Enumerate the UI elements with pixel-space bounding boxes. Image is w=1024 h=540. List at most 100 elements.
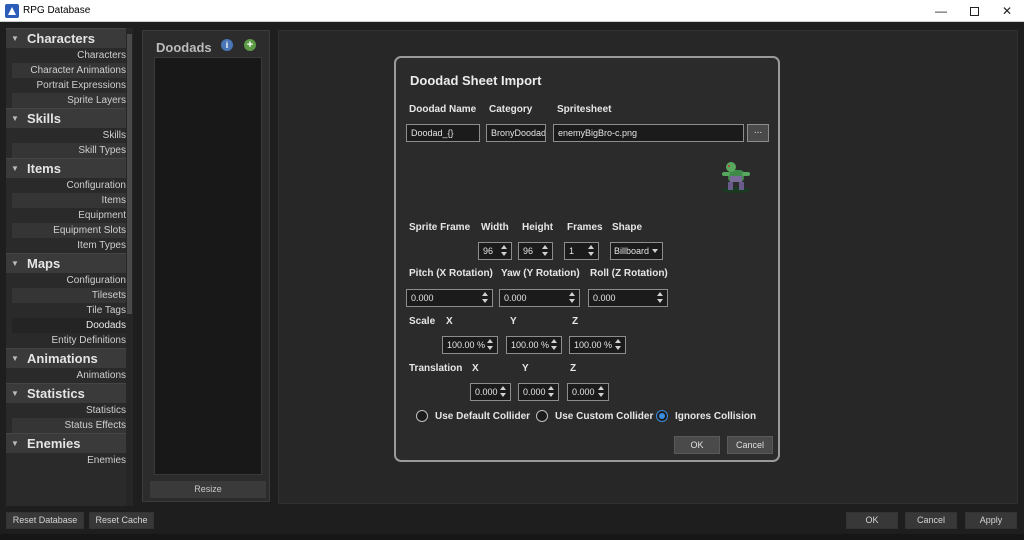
stepper-arrows-icon[interactable]	[482, 292, 489, 304]
stepper-arrows-icon[interactable]	[548, 386, 555, 398]
stepper-arrows-icon[interactable]	[569, 292, 576, 304]
sidebar-item-animations[interactable]: Animations	[12, 368, 133, 383]
scale-y-stepper[interactable]: 100.00 %	[506, 336, 562, 354]
sidebar-item-skill-types[interactable]: Skill Types	[12, 143, 133, 158]
sidebar-item-characters[interactable]: Characters	[12, 48, 133, 63]
yaw-label: Yaw (Y Rotation)	[501, 268, 580, 279]
cancel-button[interactable]: Cancel	[905, 512, 957, 529]
scale-z-stepper[interactable]: 100.00 %	[569, 336, 626, 354]
category-header-items[interactable]: ▼ Items	[6, 158, 133, 178]
scrollbar-thumb[interactable]	[127, 34, 132, 314]
collapse-arrow-icon[interactable]: ▼	[11, 439, 19, 448]
sidebar-item-portrait-expressions[interactable]: Portrait Expressions	[12, 78, 133, 93]
sidebar-item-enemies[interactable]: Enemies	[12, 453, 133, 468]
pitch-value: 0.000	[411, 293, 434, 303]
sidebar-item-item-types[interactable]: Item Types	[12, 238, 133, 253]
sidebar-item-tilesets[interactable]: Tilesets	[12, 288, 133, 303]
category-title: Animations	[27, 351, 98, 366]
sidebar-item-statistics[interactable]: Statistics	[12, 403, 133, 418]
default-collider-label[interactable]: Use Default Collider	[435, 411, 530, 422]
ok-button[interactable]: OK	[846, 512, 898, 529]
dialog-ok-button[interactable]: OK	[674, 436, 720, 454]
sidebar-item-tile-tags[interactable]: Tile Tags	[12, 303, 133, 318]
sidebar-item-items[interactable]: Items	[12, 193, 133, 208]
collapse-arrow-icon[interactable]: ▼	[11, 34, 19, 43]
frames-stepper[interactable]: 1	[564, 242, 599, 260]
collapse-arrow-icon[interactable]: ▼	[11, 259, 19, 268]
category-header-statistics[interactable]: ▼ Statistics	[6, 383, 133, 403]
close-button[interactable]: ✕	[990, 0, 1024, 22]
app-icon	[5, 4, 19, 18]
stepper-arrows-icon[interactable]	[657, 292, 664, 304]
stepper-arrows-icon[interactable]	[501, 245, 508, 257]
collapse-arrow-icon[interactable]: ▼	[11, 114, 19, 123]
sidebar-scrollbar[interactable]	[126, 28, 133, 506]
ignores-collision-label[interactable]: Ignores Collision	[675, 411, 756, 422]
apply-button[interactable]: Apply	[965, 512, 1017, 529]
info-icon[interactable]: i	[221, 39, 233, 51]
collapse-arrow-icon[interactable]: ▼	[11, 389, 19, 398]
sidebar-item-status-effects[interactable]: Status Effects	[12, 418, 133, 433]
sidebar-item-equipment[interactable]: Equipment	[12, 208, 133, 223]
add-icon[interactable]: +	[244, 39, 256, 51]
stepper-arrows-icon[interactable]	[542, 245, 549, 257]
sidebar-item-entity-definitions[interactable]: Entity Definitions	[12, 333, 133, 348]
stepper-arrows-icon[interactable]	[500, 386, 507, 398]
stepper-arrows-icon[interactable]	[588, 245, 595, 257]
sidebar-item-character-animations[interactable]: Character Animations	[12, 63, 133, 78]
stepper-arrows-icon[interactable]	[487, 339, 494, 351]
dialog-title: Doodad Sheet Import	[410, 73, 542, 88]
translation-x-value: 0.000	[475, 387, 498, 397]
translation-y-stepper[interactable]: 0.000	[518, 383, 559, 401]
category-header-characters[interactable]: ▼ Characters	[6, 28, 133, 48]
category-title: Maps	[27, 256, 61, 271]
translation-x-stepper[interactable]: 0.000	[470, 383, 511, 401]
translation-label: Translation	[409, 363, 463, 374]
sidebar-item-configuration[interactable]: Configuration	[12, 178, 133, 193]
shape-select[interactable]: Billboard	[610, 242, 663, 260]
pitch-stepper[interactable]: 0.000	[406, 289, 493, 307]
category-header-maps[interactable]: ▼ Maps	[6, 253, 133, 273]
maximize-button[interactable]	[957, 0, 991, 22]
stepper-arrows-icon[interactable]	[551, 339, 558, 351]
custom-collider-radio[interactable]	[536, 410, 548, 422]
height-stepper[interactable]: 96	[518, 242, 553, 260]
sidebar-item-equipment-slots[interactable]: Equipment Slots	[12, 223, 133, 238]
doodad-list[interactable]	[154, 57, 262, 475]
dialog-cancel-button[interactable]: Cancel	[727, 436, 773, 454]
roll-stepper[interactable]: 0.000	[588, 289, 668, 307]
sprite-preview	[722, 162, 750, 193]
yaw-stepper[interactable]: 0.000	[499, 289, 580, 307]
sidebar-item-doodads[interactable]: Doodads	[12, 318, 133, 333]
category-header-enemies[interactable]: ▼ Enemies	[6, 433, 133, 453]
translation-z-stepper[interactable]: 0.000	[567, 383, 609, 401]
scale-y-label: Y	[510, 316, 517, 327]
stepper-arrows-icon[interactable]	[598, 386, 605, 398]
scale-x-stepper[interactable]: 100.00 %	[442, 336, 498, 354]
reset-cache-button[interactable]: Reset Cache	[89, 512, 154, 529]
default-collider-radio[interactable]	[416, 410, 428, 422]
stepper-arrows-icon[interactable]	[615, 339, 622, 351]
sidebar-item-skills[interactable]: Skills	[12, 128, 133, 143]
sidebar-item-sprite-layers[interactable]: Sprite Layers	[12, 93, 133, 108]
collapse-arrow-icon[interactable]: ▼	[11, 354, 19, 363]
resize-button[interactable]: Resize	[150, 481, 266, 498]
width-stepper[interactable]: 96	[478, 242, 512, 260]
ignores-collision-radio[interactable]	[656, 410, 668, 422]
doodad-name-input[interactable]: Doodad_{}	[406, 124, 480, 142]
minimize-button[interactable]: —	[924, 0, 958, 22]
height-value: 96	[523, 246, 534, 256]
reset-database-button[interactable]: Reset Database	[6, 512, 84, 529]
category-header-skills[interactable]: ▼ Skills	[6, 108, 133, 128]
shape-label: Shape	[612, 222, 643, 233]
browse-spritesheet-button[interactable]: ...	[747, 124, 769, 142]
custom-collider-label[interactable]: Use Custom Collider	[555, 411, 653, 422]
height-label: Height	[522, 222, 554, 233]
collapse-arrow-icon[interactable]: ▼	[11, 164, 19, 173]
yaw-value: 0.000	[504, 293, 527, 303]
category-input[interactable]: BronyDoodad	[486, 124, 546, 142]
sidebar-item-configuration[interactable]: Configuration	[12, 273, 133, 288]
spritesheet-input[interactable]: enemyBigBro-c.png	[553, 124, 744, 142]
category-title: Skills	[27, 111, 61, 126]
category-header-animations[interactable]: ▼ Animations	[6, 348, 133, 368]
